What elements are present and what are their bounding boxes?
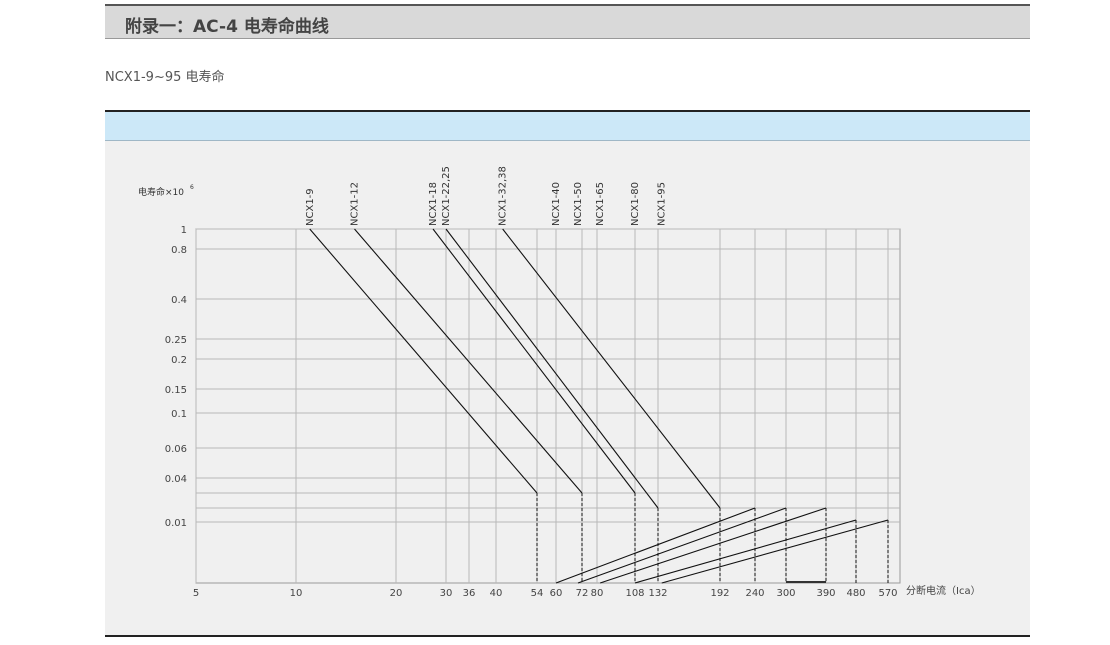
y-tick-label: 0.25 <box>165 335 187 346</box>
plot-frame <box>195 228 901 584</box>
x-tick-label: 60 <box>550 588 563 599</box>
series-line-0 <box>309 228 538 494</box>
series-line-1 <box>354 228 583 494</box>
x-tick-label: 40 <box>490 588 503 599</box>
x-tick-label: 300 <box>776 588 795 599</box>
y-tick-label: 0.2 <box>171 355 187 366</box>
x-tick-label: 36 <box>463 588 476 599</box>
x-tick-label: 5 <box>193 588 199 599</box>
x-tick-label: 570 <box>878 588 897 599</box>
series-label-6: NCX1-50 <box>573 182 584 226</box>
x-tick-label: 108 <box>625 588 644 599</box>
y-tick-label: 0.01 <box>165 518 187 529</box>
x-tick-label: 72 <box>576 588 589 599</box>
y-tick-label: 0.1 <box>171 409 187 420</box>
y-axis-label: 电寿命×10 <box>138 186 184 198</box>
series-label-5: NCX1-40 <box>551 182 562 226</box>
x-tick-label: 10 <box>290 588 303 599</box>
series-label-1: NCX1-12 <box>349 182 360 226</box>
life-curve-chart: NCX1-9 NCX1-12 NCX1-18 NCX1-22,25 NCX1-32,38… <box>138 166 981 599</box>
x-tick-label: 54 <box>531 588 544 599</box>
series-label-2: NCX1-18 <box>428 182 439 226</box>
x-tick-label: 192 <box>710 588 729 599</box>
x-tick-label: 80 <box>591 588 604 599</box>
series-label-9: NCX1-95 <box>657 182 668 226</box>
x-tick-label: 240 <box>745 588 764 599</box>
x-tick-label: 20 <box>390 588 403 599</box>
y-axis-label-exponent: 6 <box>190 184 194 191</box>
series-label-4: NCX1-32,38 <box>498 166 509 226</box>
x-axis-label: 分断电流（Ica） <box>906 584 981 597</box>
series-line-4 <box>502 228 721 509</box>
series-line-5 <box>555 507 756 584</box>
x-tick-label: 132 <box>648 588 667 599</box>
y-tick-label: 0.4 <box>171 295 187 306</box>
y-tick-label: 0.8 <box>171 245 187 256</box>
x-tick-label: 390 <box>816 588 835 599</box>
series-line-8 <box>634 519 857 584</box>
x-tick-label: 480 <box>846 588 865 599</box>
series-line-3 <box>445 228 659 509</box>
series-label-7: NCX1-65 <box>595 182 606 226</box>
y-tick-label: 0.04 <box>165 474 187 485</box>
series-line-7 <box>599 507 827 584</box>
series-label-0: NCX1-9 <box>305 188 316 226</box>
y-tick-label: 1 <box>181 225 187 236</box>
series-label-8: NCX1-80 <box>630 182 641 226</box>
y-tick-label: 0.15 <box>165 385 187 396</box>
series-label-3: NCX1-22,25 <box>441 166 452 226</box>
y-tick-label: 0.06 <box>165 444 187 455</box>
x-tick-label: 30 <box>440 588 453 599</box>
